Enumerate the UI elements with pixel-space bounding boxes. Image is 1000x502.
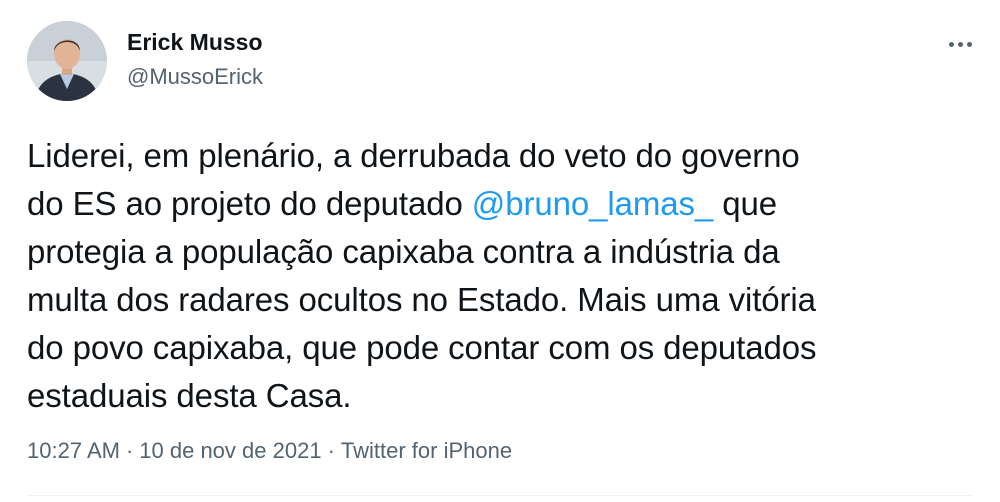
tweet-text-line: Liderei, em plenário, a derrubada do vet… (27, 137, 800, 174)
tweet-text-line: protegia a população capixaba contra a i… (27, 233, 780, 270)
tweet-text: Liderei, em plenário, a derrubada do vet… (27, 132, 977, 420)
meta-separator: · (327, 438, 335, 463)
tweet-card: Erick Musso @MussoErick Liderei, em plen… (0, 0, 1000, 502)
more-horizontal-icon-dot (957, 41, 963, 47)
tweet-time[interactable]: 10:27 AM (27, 438, 120, 463)
tweet-text-segment: que (713, 185, 777, 222)
more-horizontal-icon-dot (966, 41, 972, 47)
mention-link[interactable]: @bruno_lamas_ (472, 185, 713, 222)
tweet-text-line: multa dos radares ocultos no Estado. Mai… (27, 281, 816, 318)
author-name[interactable]: Erick Musso (127, 28, 263, 56)
tweet-text-segment: do ES ao projeto do deputado (27, 185, 472, 222)
tweet-date[interactable]: 10 de nov de 2021 (139, 438, 321, 463)
avatar[interactable] (27, 21, 107, 101)
avatar-image (27, 21, 107, 101)
more-options-button[interactable] (942, 30, 978, 58)
tweet-source[interactable]: Twitter for iPhone (341, 438, 512, 463)
tweet-text-line: do ES ao projeto do deputado @bruno_lama… (27, 180, 977, 228)
tweet-meta: 10:27 AM · 10 de nov de 2021 · Twitter for i… (27, 437, 512, 465)
tweet-text-line: do povo capixaba, que pode contar com os… (27, 329, 817, 366)
tweet-text-line: estaduais desta Casa. (27, 377, 352, 414)
more-horizontal-icon (948, 41, 954, 47)
meta-separator: · (125, 438, 134, 463)
author-handle[interactable]: @MussoErick (127, 63, 263, 91)
divider (27, 495, 973, 496)
